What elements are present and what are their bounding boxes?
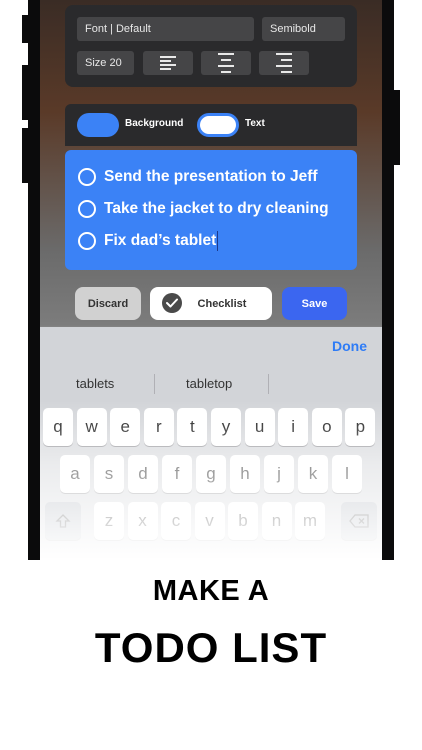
key-r[interactable]: r	[143, 408, 174, 446]
key-w[interactable]: w	[76, 408, 107, 446]
key-h[interactable]: h	[230, 455, 260, 493]
key-z[interactable]: z	[94, 502, 124, 540]
checkbox-circle-icon[interactable]	[78, 168, 96, 186]
headline-line-1: MAKE A	[152, 575, 270, 607]
align-left-icon[interactable]	[143, 51, 193, 75]
text-cursor	[217, 231, 219, 251]
headline-line-2: TODO LIST	[94, 624, 328, 671]
checklist-item[interactable]: Fix dad’s tablet	[65, 225, 357, 257]
checklist-item-text[interactable]: Take the jacket to dry cleaning	[104, 200, 329, 218]
key-g[interactable]: g	[196, 455, 226, 493]
done-button[interactable]: Done	[332, 338, 367, 354]
background-color-swatch[interactable]	[77, 113, 119, 137]
text-color-swatch[interactable]	[197, 113, 239, 137]
keyboard: Done tablets tabletop qwertyuiop asdfghj…	[40, 327, 382, 560]
key-v[interactable]: v	[194, 502, 225, 540]
key-b[interactable]: b	[228, 502, 258, 540]
key-l[interactable]: l	[332, 455, 362, 493]
delete-key-icon[interactable]	[341, 502, 377, 540]
volume-down-button	[22, 128, 28, 183]
key-j[interactable]: j	[264, 455, 294, 493]
key-s[interactable]: s	[94, 455, 124, 493]
text-color-label: Text	[245, 118, 265, 129]
checkbox-circle-icon[interactable]	[78, 232, 96, 250]
checklist-item[interactable]: Send the presentation to Jeff	[65, 161, 357, 193]
suggestion-bar: tablets tabletop	[40, 365, 382, 403]
key-i[interactable]: i	[278, 408, 309, 446]
save-button[interactable]: Save	[282, 287, 347, 320]
key-x[interactable]: x	[127, 502, 158, 540]
font-weight-selector[interactable]: Semibold	[262, 17, 345, 41]
note-editor[interactable]: Send the presentation to Jeff Take the j…	[65, 150, 357, 270]
checklist-button[interactable]: Checklist	[150, 287, 272, 320]
key-q[interactable]: q	[43, 408, 73, 446]
key-y[interactable]: y	[211, 408, 241, 446]
background-color-label: Background	[125, 118, 184, 129]
key-d[interactable]: d	[128, 455, 158, 493]
phone-mockup: Font | Default Semibold Size 20 Backgrou…	[22, 0, 400, 560]
key-c[interactable]: c	[161, 502, 191, 540]
mute-switch	[22, 15, 28, 43]
suggestion-item[interactable]: tabletop	[186, 376, 232, 391]
shift-key-icon[interactable]	[45, 502, 81, 540]
discard-button[interactable]: Discard	[75, 287, 141, 320]
key-e[interactable]: e	[110, 408, 141, 446]
font-selector[interactable]: Font | Default	[77, 17, 254, 41]
font-size-selector[interactable]: Size 20	[77, 51, 134, 75]
checkmark-icon	[162, 293, 182, 313]
phone-screen: Font | Default Semibold Size 20 Backgrou…	[40, 0, 382, 560]
checklist-item-text[interactable]: Fix dad’s tablet	[104, 232, 216, 250]
checklist-button-label: Checklist	[197, 297, 247, 310]
key-t[interactable]: t	[177, 408, 208, 446]
checklist-item[interactable]: Take the jacket to dry cleaning	[65, 193, 357, 225]
key-p[interactable]: p	[345, 408, 376, 446]
key-n[interactable]: n	[261, 502, 292, 540]
key-a[interactable]: a	[60, 455, 90, 493]
suggestion-divider	[268, 374, 269, 394]
key-m[interactable]: m	[295, 502, 325, 540]
align-right-icon[interactable]	[259, 51, 309, 75]
key-f[interactable]: f	[162, 455, 192, 493]
power-button	[394, 90, 400, 165]
volume-up-button	[22, 65, 28, 120]
key-k[interactable]: k	[298, 455, 328, 493]
phone-frame-right	[380, 0, 394, 560]
key-o[interactable]: o	[311, 408, 342, 446]
key-u[interactable]: u	[244, 408, 275, 446]
suggestion-divider	[154, 374, 155, 394]
color-settings-panel: Background Text	[65, 104, 357, 146]
checkbox-circle-icon[interactable]	[78, 200, 96, 218]
align-center-icon[interactable]	[201, 51, 251, 75]
font-settings-panel: Font | Default Semibold Size 20	[65, 5, 357, 87]
suggestion-item[interactable]: tablets	[76, 376, 114, 391]
checklist-item-text[interactable]: Send the presentation to Jeff	[104, 168, 318, 186]
